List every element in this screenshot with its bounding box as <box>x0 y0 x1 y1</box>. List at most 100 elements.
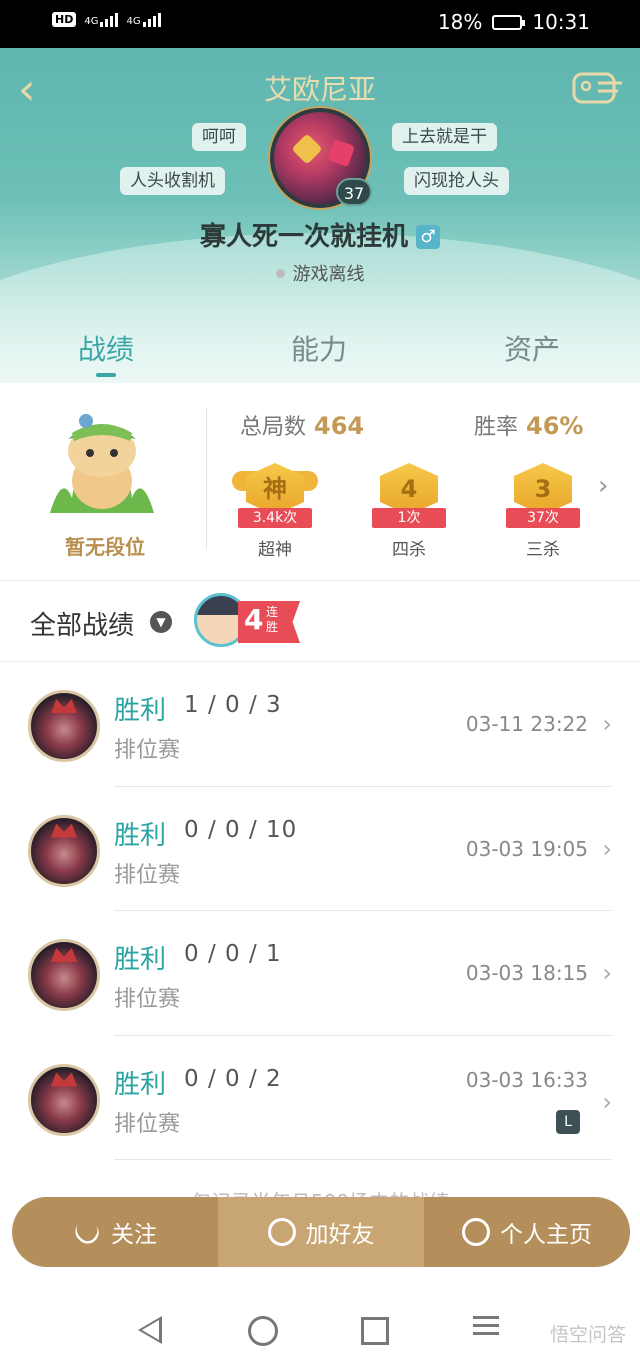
smile-plus-icon <box>267 1218 296 1246</box>
champion-crown <box>51 699 77 713</box>
status-text: 游戏离线 <box>292 264 365 285</box>
clock: 10:31 <box>532 10 590 34</box>
chevron-right-icon[interactable]: › <box>598 471 608 501</box>
match-result: 胜利 <box>114 820 167 851</box>
match-row[interactable]: 胜利 0 / 0 / 1 排位赛 03-03 18:15 › <box>0 911 640 1036</box>
hd-indicator: HD <box>52 12 77 27</box>
badge-caption: 三杀 <box>526 540 560 560</box>
badge-quadra-kill[interactable]: 4 1次 四杀 <box>364 453 454 563</box>
champion-crown <box>51 948 77 962</box>
impression-tag[interactable]: 闪现抢人头 <box>404 167 509 195</box>
match-list: 胜利 1 / 0 / 3 排位赛 03-11 23:22 › 胜利 0 / 0 … <box>0 662 640 1160</box>
badge-count: 37次 <box>506 508 580 528</box>
action-bar: 关注 加好友 个人主页 <box>12 1197 630 1267</box>
avatar-gem <box>326 138 356 168</box>
profile-header: ‹ 艾欧尼亚 呵呵 上去就是干 人头收割机 闪现抢人头 37 寡人死一次就挂机 ♂… <box>0 48 640 383</box>
match-kda: 0 / 0 / 1 <box>184 941 282 967</box>
impression-tag[interactable]: 呵呵 <box>192 123 246 151</box>
total-games-label: 总局数 <box>240 415 307 440</box>
player-name: 寡人死一次就挂机 ♂ <box>0 216 640 253</box>
match-result: 胜利 <box>114 696 167 726</box>
nav-recent-icon[interactable] <box>361 1317 389 1345</box>
match-row[interactable]: 胜利 0 / 0 / 2 排位赛 03-03 16:33 › L <box>0 1036 640 1160</box>
status-dot-icon <box>275 269 285 278</box>
champion-icon <box>28 690 100 762</box>
match-result: 胜利 <box>114 945 167 975</box>
follow-label: 关注 <box>111 1222 157 1248</box>
match-row[interactable]: 胜利 1 / 0 / 3 排位赛 03-11 23:22 › <box>0 662 640 787</box>
watermark: 悟空问答 <box>549 1324 626 1346</box>
follow-button[interactable]: 关注 <box>12 1197 218 1267</box>
champion-icon <box>28 1063 100 1136</box>
impression-tag[interactable]: 人头收割机 <box>120 167 225 195</box>
chevron-right-icon: › <box>602 959 612 987</box>
chevron-down-icon[interactable]: ▼ <box>150 611 172 633</box>
player-name-text: 寡人死一次就挂机 <box>199 222 408 252</box>
champion-crown <box>51 823 77 838</box>
streak-ribbon: 4 连胜 <box>238 601 300 643</box>
match-time: 03-03 18:15 <box>465 961 588 985</box>
heart-plus-icon <box>70 1215 104 1249</box>
champion-icon <box>28 814 100 887</box>
divider <box>114 1159 612 1160</box>
tab-record[interactable]: 战绩 <box>46 328 166 368</box>
total-games-value: 464 <box>314 412 365 440</box>
streak-text: 连胜 <box>266 605 279 634</box>
signal-icon-2: 4G <box>126 12 161 27</box>
match-mode: 排位赛 <box>114 1111 181 1137</box>
streak-count: 4 <box>244 603 264 636</box>
match-time: 03-03 16:33 <box>465 1067 588 1092</box>
replay-video-icon[interactable]: L <box>556 1109 580 1134</box>
nav-home-icon[interactable] <box>248 1316 278 1346</box>
tab-ability[interactable]: 能力 <box>259 328 379 368</box>
total-games: 总局数 464 <box>240 409 364 441</box>
signal-icon: 4G <box>84 12 119 27</box>
battery-percent: 18% <box>437 10 483 34</box>
match-kda: 0 / 0 / 10 <box>184 816 298 843</box>
divider <box>206 407 207 549</box>
match-time: 03-03 19:05 <box>465 836 588 861</box>
match-kda: 0 / 0 / 2 <box>184 1065 282 1092</box>
tab-assets[interactable]: 资产 <box>472 328 592 368</box>
rank-label: 暂无段位 <box>65 535 145 559</box>
impression-tag[interactable]: 上去就是干 <box>392 123 497 151</box>
match-row[interactable]: 胜利 0 / 0 / 10 排位赛 03-03 19:05 › <box>0 787 640 911</box>
profile-label: 个人主页 <box>500 1222 592 1248</box>
badge-caption: 超神 <box>258 540 292 560</box>
system-nav-bar: 悟空问答 <box>0 1290 640 1370</box>
champion-crown <box>51 1072 77 1087</box>
profile-button[interactable]: 个人主页 <box>424 1197 630 1267</box>
badge-count: 3.4k次 <box>238 508 312 528</box>
add-friend-button[interactable]: 加好友 <box>218 1197 424 1267</box>
match-result: 胜利 <box>114 1069 167 1100</box>
win-rate-value: 46% <box>526 412 584 440</box>
user-icon <box>462 1218 490 1246</box>
add-friend-label: 加好友 <box>305 1222 375 1248</box>
badge-triple-kill[interactable]: 3 37次 三杀 <box>498 453 588 563</box>
server-name: 艾欧尼亚 <box>263 73 376 106</box>
avatar-gem <box>291 133 323 165</box>
level-badge: 37 <box>336 178 372 206</box>
chevron-right-icon: › <box>602 710 612 738</box>
badge-count: 1次 <box>372 508 446 528</box>
status-bar: HD 4G 4G 18% 10:31 <box>0 0 640 48</box>
filter-label[interactable]: 全部战绩 <box>30 605 134 642</box>
match-mode: 排位赛 <box>114 987 181 1012</box>
chevron-right-icon: › <box>602 834 612 863</box>
rank-emblem-icon[interactable] <box>42 403 162 523</box>
match-time: 03-11 23:22 <box>465 712 588 736</box>
male-icon: ♂ <box>416 225 440 249</box>
win-rate-label: 胜率 <box>474 415 519 440</box>
match-mode: 排位赛 <box>114 738 181 763</box>
nav-notification-icon[interactable] <box>473 1316 499 1346</box>
nav-back-icon[interactable] <box>138 1316 162 1344</box>
stats-panel: 暂无段位 总局数 464 胜率 46% 神 3.4k次 超神 4 1次 四杀 3 3… <box>0 383 640 580</box>
champion-icon <box>28 939 100 1011</box>
battery-icon <box>492 14 526 30</box>
filter-bar: 全部战绩 ▼ 4 连胜 <box>0 580 640 662</box>
online-status: 游戏离线 <box>0 260 640 286</box>
win-streak-badge: 4 连胜 <box>194 593 304 651</box>
badge-godlike[interactable]: 神 3.4k次 超神 <box>230 453 320 563</box>
badge-caption: 四杀 <box>392 540 426 560</box>
win-rate: 胜率 46% <box>474 409 583 441</box>
